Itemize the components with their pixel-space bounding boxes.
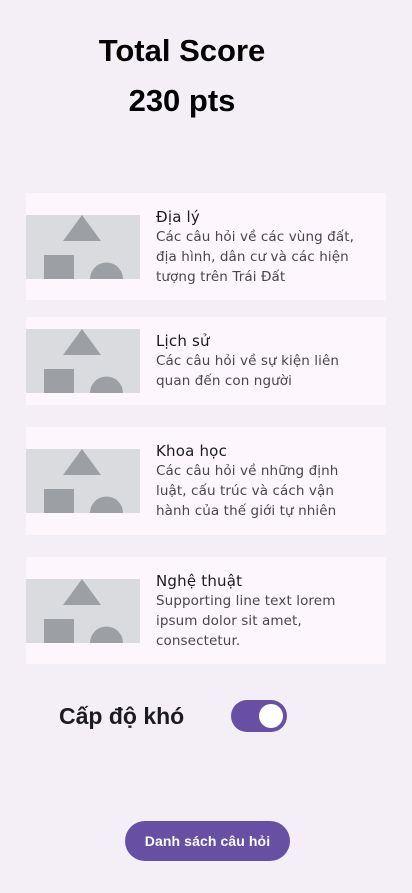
image-placeholder-icon — [26, 329, 140, 393]
category-card-geography[interactable]: Địa lý Các câu hỏi về các vùng đất, địa … — [26, 193, 386, 300]
category-description: Các câu hỏi về những định luật, cấu trúc… — [156, 463, 339, 519]
category-title: Địa lý — [156, 208, 200, 226]
question-list-button[interactable]: Danh sách câu hỏi — [125, 821, 290, 861]
image-placeholder-icon — [26, 449, 140, 513]
category-description: Supporting line text lorem ipsum dolor s… — [156, 593, 336, 649]
category-description: Các câu hỏi về các vùng đất, địa hình, d… — [156, 229, 354, 285]
category-card-history[interactable]: Lịch sử Các câu hỏi về sự kiện liên quan… — [26, 317, 386, 405]
score-title: Total Score — [98, 33, 266, 68]
category-description: Các câu hỏi về sự kiện liên quan đến con… — [156, 353, 340, 389]
score-header: Total Score 230 pts — [0, 26, 364, 126]
category-title: Khoa học — [156, 442, 228, 460]
score-value: 230 pts — [128, 83, 236, 118]
category-card-art[interactable]: Nghệ thuật Supporting line text lorem ip… — [26, 557, 386, 664]
category-title: Nghệ thuật — [156, 572, 243, 590]
image-placeholder-icon — [26, 215, 140, 279]
toggle-thumb — [259, 704, 283, 728]
difficulty-row: Cấp độ khó — [59, 700, 299, 732]
image-placeholder-icon — [26, 579, 140, 643]
difficulty-label: Cấp độ khó — [59, 703, 185, 729]
difficulty-toggle[interactable] — [231, 700, 287, 732]
category-title: Lịch sử — [156, 332, 210, 350]
category-card-science[interactable]: Khoa học Các câu hỏi về những định luật,… — [26, 427, 386, 535]
